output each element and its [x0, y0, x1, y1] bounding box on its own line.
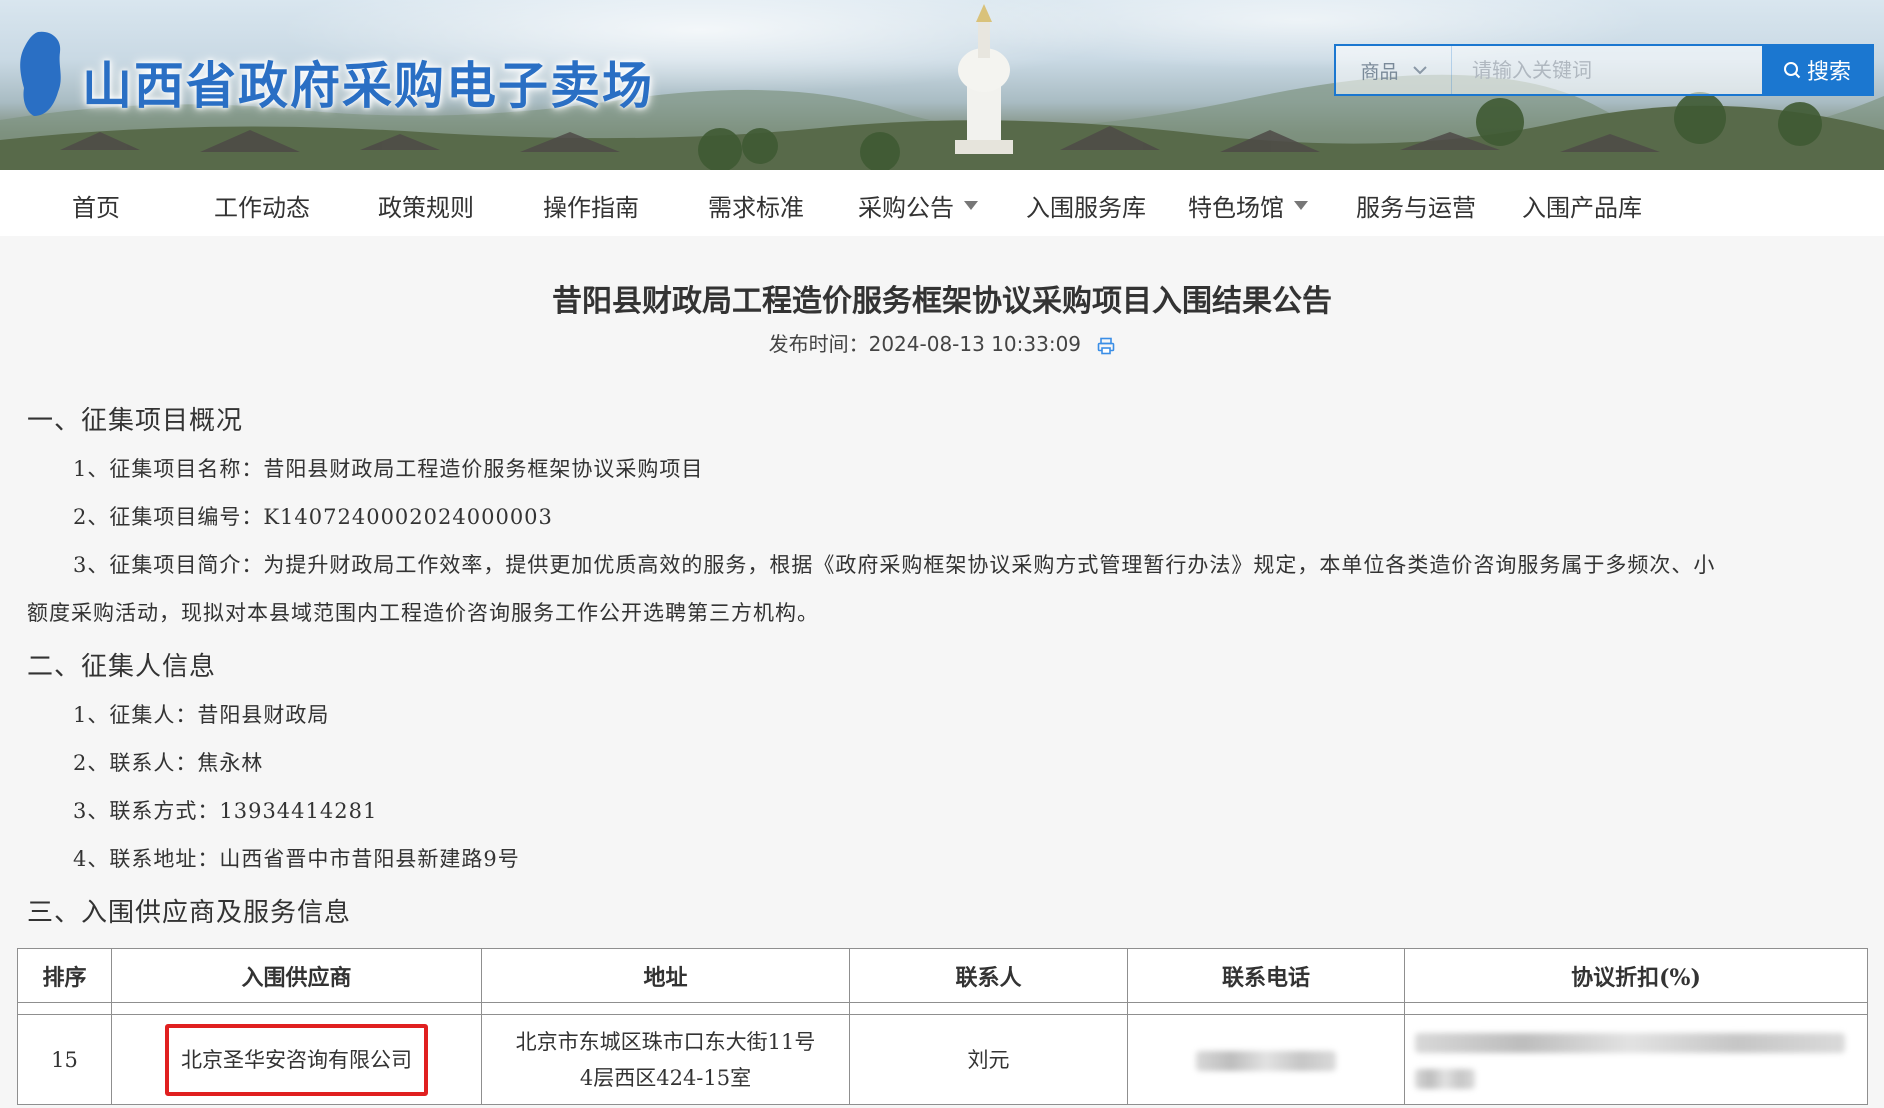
contact-address-line: 4、联系地址：山西省晋中市昔阳县新建路9号: [73, 847, 520, 871]
main-nav: 首页 工作动态 政策规则 操作指南 需求标准 采购公告 入围服务库 特色场馆 服…: [0, 170, 1884, 236]
table-spacer-row: [17, 1002, 1868, 1015]
nav-item-home[interactable]: 首页: [72, 188, 120, 223]
nav-item-label: 需求标准: [708, 194, 804, 222]
col-header-discount: 协议折扣(%): [1404, 948, 1868, 1003]
site-title[interactable]: 山西省政府采购电子卖场: [82, 46, 654, 118]
section-heading-project-overview: 一、征集项目概况: [27, 406, 244, 436]
project-intro-line-1: 3、征集项目简介：为提升财政局工作效率，提供更加优质高效的服务，根据《政府采购框…: [73, 553, 1716, 577]
collector-line: 1、征集人：昔阳县财政局: [73, 703, 330, 727]
header-banner: 山西省政府采购电子卖场 商品 搜索: [0, 0, 1884, 170]
section-heading-collector-info: 二、征集人信息: [27, 652, 217, 682]
article-title: 昔阳县财政局工程造价服务框架协议采购项目入围结果公告: [552, 284, 1332, 319]
contact-phone-line: 3、联系方式：13934414281: [73, 799, 378, 823]
project-name-line: 1、征集项目名称：昔阳县财政局工程造价服务框架协议采购项目: [73, 457, 704, 481]
publish-meta: 发布时间：2024-08-13 10:33:09: [0, 328, 1884, 357]
print-icon[interactable]: [1097, 337, 1115, 355]
nav-item-label: 特色场馆: [1188, 194, 1284, 222]
col-header-contact: 联系人: [849, 948, 1128, 1003]
caret-down-icon: [1294, 201, 1308, 210]
nav-item-service-library[interactable]: 入围服务库: [1026, 188, 1146, 223]
nav-item-label: 操作指南: [543, 194, 639, 222]
redacted-discount-2: [1415, 1069, 1475, 1089]
search-icon: [1783, 62, 1801, 79]
address-line-2: 4层西区424-15室: [579, 1065, 752, 1090]
chevron-down-icon: [1412, 65, 1427, 74]
search-bar: 商品 搜索: [1334, 44, 1874, 96]
search-button-label: 搜索: [1806, 60, 1851, 85]
nav-item-label: 入围服务库: [1026, 194, 1146, 222]
table-row: 15 北京圣华安咨询有限公司 北京市东城区珠市口东大街11号 4层西区424-1…: [17, 1014, 1868, 1105]
contact-person-line: 2、联系人：焦永林: [73, 751, 264, 775]
nav-item-label: 首页: [72, 194, 120, 222]
highlighted-supplier-name: 北京圣华安咨询有限公司: [165, 1023, 428, 1096]
nav-item-featured-halls[interactable]: 特色场馆: [1188, 188, 1308, 223]
search-category-select[interactable]: 商品: [1336, 46, 1452, 94]
search-category-label: 商品: [1360, 60, 1399, 83]
nav-item-work-news[interactable]: 工作动态: [214, 188, 310, 223]
caret-down-icon: [964, 201, 978, 210]
discount-cell-redacted: [1404, 1014, 1868, 1105]
supplier-table: 排序 入围供应商 地址 联系人 联系电话 协议折扣(%) 15 北京圣华安咨询有…: [17, 948, 1868, 1105]
search-input[interactable]: [1452, 46, 1762, 94]
nav-item-guide[interactable]: 操作指南: [543, 188, 639, 223]
address-line-1: 北京市东城区珠市口东大街11号: [515, 1029, 816, 1054]
nav-item-product-library[interactable]: 入围产品库: [1522, 188, 1642, 223]
rank-cell: 15: [17, 1014, 112, 1105]
col-header-address: 地址: [481, 948, 850, 1003]
nav-item-label: 工作动态: [214, 194, 310, 222]
contact-cell: 刘元: [849, 1014, 1128, 1105]
supplier-cell: 北京圣华安咨询有限公司: [111, 1014, 482, 1105]
province-map-logo-icon: [20, 31, 61, 116]
phone-cell-redacted: [1127, 1014, 1405, 1105]
nav-item-label: 政策规则: [378, 194, 474, 222]
nav-item-service-operations[interactable]: 服务与运营: [1356, 188, 1476, 223]
col-header-rank: 排序: [17, 948, 112, 1003]
col-header-phone: 联系电话: [1127, 948, 1405, 1003]
redacted-discount: [1415, 1033, 1845, 1053]
project-intro-line-2: 额度采购活动，现拟对本县域范围内工程造价咨询服务工作公开选聘第三方机构。: [27, 601, 819, 625]
nav-item-label: 采购公告: [858, 194, 954, 222]
col-header-supplier: 入围供应商: [111, 948, 482, 1003]
nav-item-label: 服务与运营: [1356, 194, 1476, 222]
publish-time: 2024-08-13 10:33:09: [868, 332, 1082, 356]
project-number-line: 2、征集项目编号：K1407240002024000003: [73, 505, 553, 529]
search-button[interactable]: 搜索: [1762, 46, 1872, 94]
nav-item-policy[interactable]: 政策规则: [378, 188, 474, 223]
nav-item-standards[interactable]: 需求标准: [708, 188, 804, 223]
address-cell: 北京市东城区珠市口东大街11号 4层西区424-15室: [481, 1014, 850, 1105]
nav-item-procurement-notice[interactable]: 采购公告: [858, 188, 978, 223]
section-heading-suppliers: 三、入围供应商及服务信息: [27, 898, 352, 928]
nav-item-label: 入围产品库: [1522, 194, 1642, 222]
redacted-phone: [1196, 1051, 1336, 1071]
publish-label: 发布时间：: [768, 332, 869, 356]
table-header-row: 排序 入围供应商 地址 联系人 联系电话 协议折扣(%): [17, 948, 1868, 1003]
